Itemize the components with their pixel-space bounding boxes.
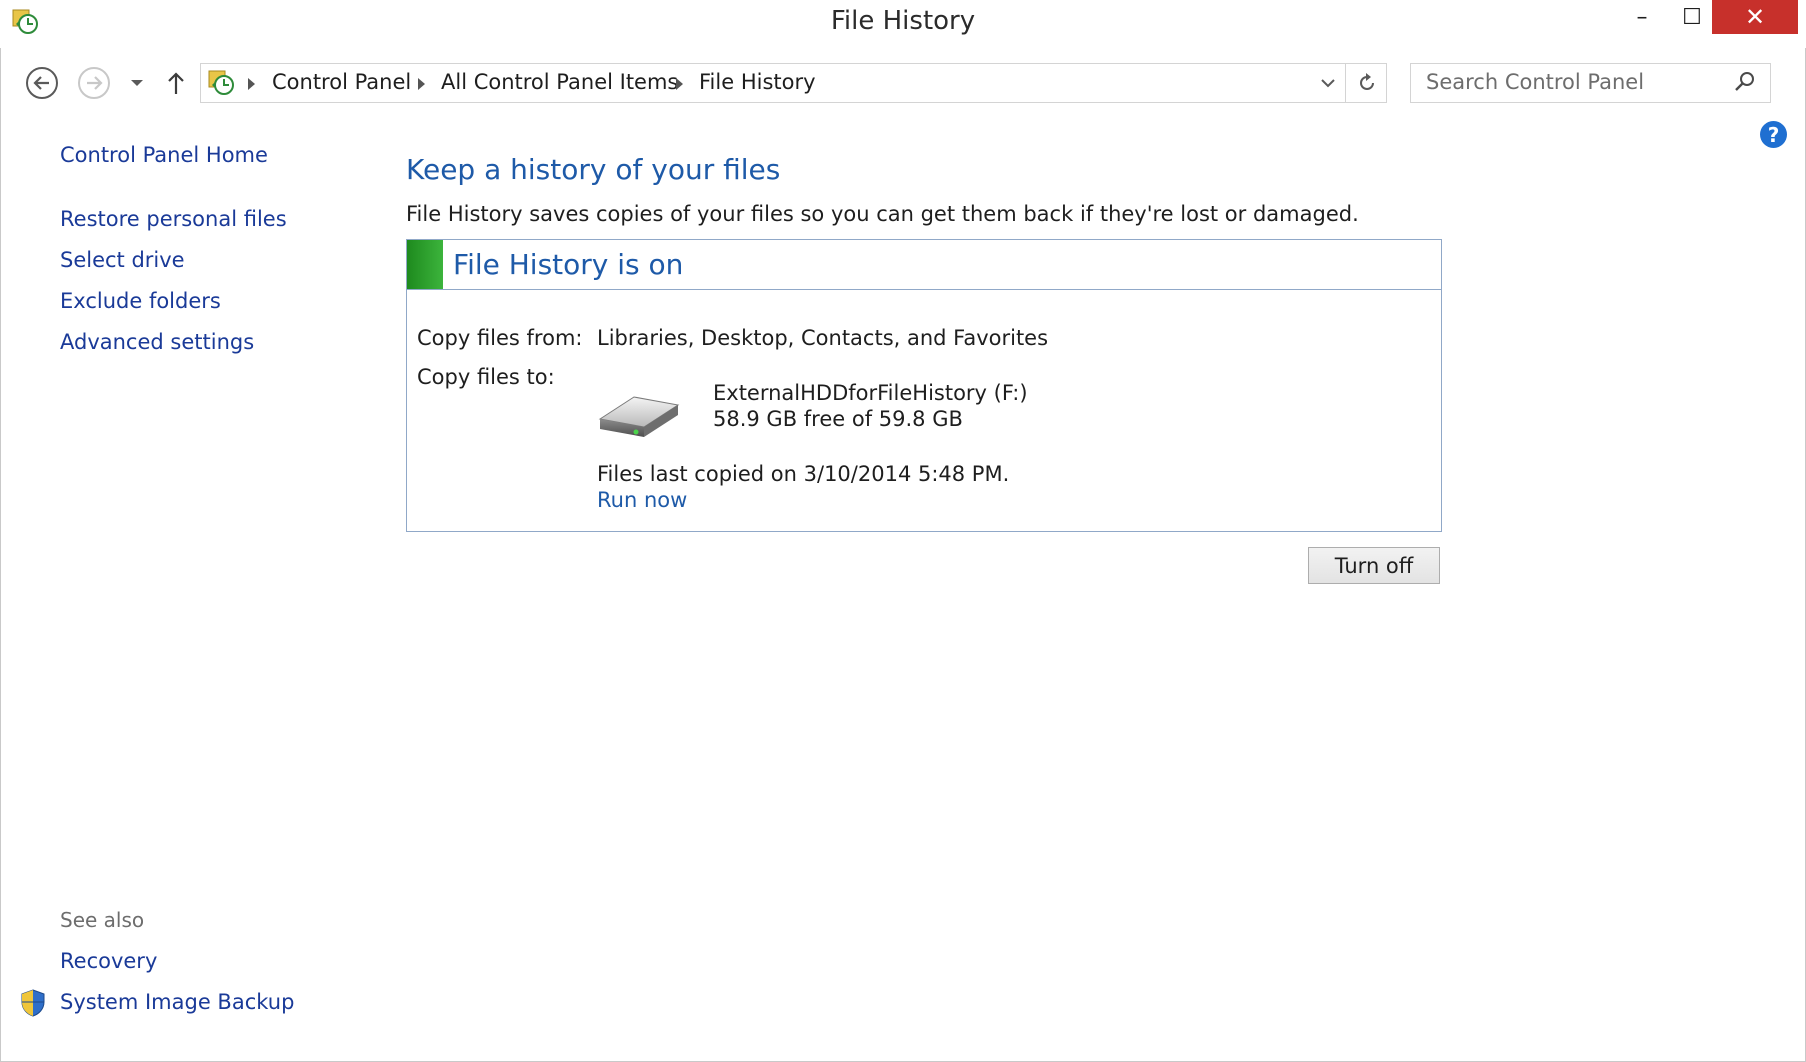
see-also-recovery-link[interactable]: Recovery [60, 949, 157, 973]
sidebar-item-restore-personal-files[interactable]: Restore personal files [60, 207, 287, 231]
breadcrumb-control-panel[interactable]: Control Panel [272, 70, 411, 94]
copy-from-value: Libraries, Desktop, Contacts, and Favori… [597, 326, 1049, 350]
turn-off-button[interactable]: Turn off [1308, 547, 1440, 584]
up-button[interactable] [158, 64, 194, 102]
sidebar-item-exclude-folders[interactable]: Exclude folders [60, 289, 221, 313]
breadcrumb-separator[interactable] [248, 78, 255, 90]
chevron-down-icon [1321, 79, 1335, 88]
window-title: File History [830, 6, 976, 36]
page-title: Keep a history of your files [406, 153, 781, 186]
refresh-icon [1360, 73, 1374, 90]
shield-icon [19, 988, 47, 1022]
chevron-down-icon [131, 80, 143, 86]
sidebar-item-advanced-settings[interactable]: Advanced settings [60, 330, 254, 354]
back-button[interactable] [23, 64, 61, 102]
search-input[interactable]: Search Control Panel [1426, 70, 1644, 94]
close-icon: ✕ [1744, 3, 1766, 31]
see-also-system-image-backup-link[interactable]: System Image Backup [60, 990, 294, 1014]
sidebar-item-select-drive[interactable]: Select drive [60, 248, 185, 272]
maximize-button[interactable]: ☐ [1667, 0, 1717, 34]
up-arrow-icon [168, 72, 184, 94]
maximize-icon: ☐ [1682, 4, 1702, 30]
status-text: File History is on [453, 248, 684, 281]
back-arrow-icon [26, 67, 58, 99]
breadcrumb-separator[interactable] [676, 78, 683, 90]
page-description: File History saves copies of your files … [406, 202, 1359, 226]
close-button[interactable]: ✕ [1712, 0, 1798, 34]
forward-arrow-icon [78, 67, 110, 99]
run-now-link[interactable]: Run now [597, 488, 687, 512]
recent-locations-button[interactable] [119, 64, 155, 102]
control-panel-icon [206, 67, 236, 101]
search-icon[interactable] [1733, 70, 1757, 98]
minimize-icon: – [1636, 4, 1648, 30]
address-divider [1345, 64, 1346, 102]
copy-to-label: Copy files to: [417, 365, 555, 389]
hard-drive-icon [594, 389, 682, 445]
status-indicator [407, 240, 443, 289]
drive-name: ExternalHDDforFileHistory (F:) [713, 381, 1028, 405]
minimize-button[interactable]: – [1617, 0, 1667, 34]
breadcrumb-file-history[interactable]: File History [699, 70, 816, 94]
breadcrumb-all-items[interactable]: All Control Panel Items [441, 70, 678, 94]
copy-from-label: Copy files from: [417, 326, 583, 350]
forward-button[interactable] [75, 64, 113, 102]
sidebar-control-panel-home[interactable]: Control Panel Home [60, 143, 268, 167]
last-copied-text: Files last copied on 3/10/2014 5:48 PM. [597, 462, 1010, 486]
refresh-button[interactable] [1348, 64, 1386, 102]
see-also-label: See also [60, 908, 145, 932]
drive-free-space: 58.9 GB free of 59.8 GB [713, 407, 963, 431]
breadcrumb-separator[interactable] [418, 78, 425, 90]
help-icon[interactable]: ? [1760, 121, 1787, 148]
address-dropdown-button[interactable] [1311, 64, 1345, 102]
